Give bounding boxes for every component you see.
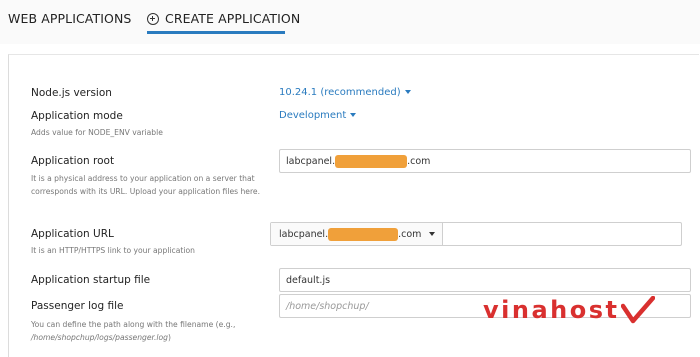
tab-create-application-label: CREATE APPLICATION xyxy=(165,11,301,26)
passenger-log-help-suffix: ) xyxy=(167,332,171,342)
app-url-domain-select[interactable]: labcpanel. .com xyxy=(271,223,443,245)
app-url-prefix: labcpanel. xyxy=(279,228,329,240)
app-root-help: It is a physical address to your applica… xyxy=(31,174,261,196)
vinahost-watermark: vinahost xyxy=(483,296,656,324)
node-version-dropdown[interactable]: 10.24.1 (recommended) xyxy=(279,87,411,98)
passenger-log-label: Passenger log file xyxy=(31,300,124,312)
app-mode-label: Application mode xyxy=(31,110,123,122)
checkmark-icon xyxy=(621,296,656,324)
passenger-log-help-example: /home/shopchup/logs/passenger.log xyxy=(31,332,168,342)
startup-file-label: Application startup file xyxy=(31,274,151,286)
startup-file-input[interactable]: default.js xyxy=(279,268,691,292)
app-root-suffix: .com xyxy=(407,155,431,167)
chevron-down-icon xyxy=(350,113,357,117)
app-mode-value: Development xyxy=(279,110,347,121)
tab-web-applications[interactable]: WEB APPLICATIONS xyxy=(8,11,131,26)
app-mode-help: Adds value for NODE_ENV variable xyxy=(31,128,163,137)
app-url-suffix: .com xyxy=(398,228,422,240)
app-mode-dropdown[interactable]: Development xyxy=(279,110,357,121)
passenger-log-help: You can define the path along with the f… xyxy=(31,319,291,344)
startup-file-value: default.js xyxy=(286,274,331,286)
app-url-input-group: labcpanel. .com xyxy=(270,222,682,246)
chevron-down-icon xyxy=(404,90,411,94)
app-root-label: Application root xyxy=(31,155,115,167)
passenger-log-help-prefix: You can define the path along with the f… xyxy=(31,320,236,329)
app-url-help: It is an HTTP/HTTPS link to your applica… xyxy=(31,246,195,255)
plus-circle-icon xyxy=(147,12,159,25)
node-version-value: 10.24.1 (recommended) xyxy=(279,87,401,98)
active-tab-indicator xyxy=(147,31,285,34)
watermark-text: vinahost xyxy=(483,296,620,324)
node-version-label: Node.js version xyxy=(31,87,112,99)
passenger-log-placeholder: /home/shopchup/ xyxy=(286,300,369,312)
chevron-down-icon xyxy=(429,232,436,236)
redacted-mask xyxy=(328,227,399,241)
app-url-label: Application URL xyxy=(31,228,114,240)
app-root-input[interactable]: labcpanel. .com xyxy=(279,149,691,173)
tab-create-application[interactable]: CREATE APPLICATION xyxy=(147,11,300,26)
redacted-mask xyxy=(335,154,408,168)
tab-bar: WEB APPLICATIONS CREATE APPLICATION xyxy=(0,0,700,44)
app-root-prefix: labcpanel. xyxy=(286,155,336,167)
